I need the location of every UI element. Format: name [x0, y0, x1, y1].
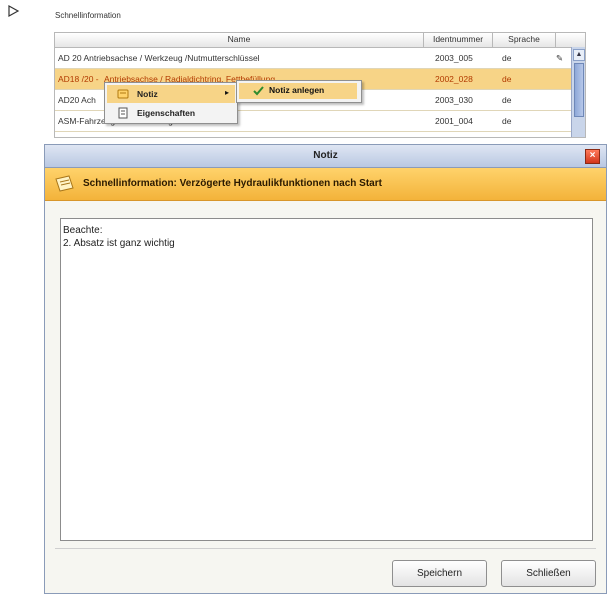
menu-item-label: Notiz anlegen [269, 85, 325, 95]
menu-item-notiz-anlegen[interactable]: Notiz anlegen [239, 83, 357, 99]
properties-icon [118, 107, 128, 119]
panel-title: Schnellinformation [55, 11, 121, 20]
note-icon [55, 175, 74, 192]
scrollbar-thumb[interactable] [574, 63, 584, 117]
row-lang: de [502, 116, 512, 126]
row-name: AD20 Ach [58, 95, 96, 105]
table-scrollbar[interactable]: ▲ [571, 47, 585, 137]
note-flag-icon: ✎ [556, 53, 564, 63]
dialog-titlebar[interactable]: Notiz × [45, 145, 606, 168]
table-header: Name Identnummer Sprache [55, 33, 585, 48]
menu-item-notiz[interactable]: Notiz ▸ [107, 85, 235, 103]
banner-title: Schnellinformation: Verzögerte Hydraulik… [83, 178, 382, 189]
table-row[interactable]: AD 20 Antriebsachse / Werkzeug /Nutmutte… [55, 48, 571, 69]
row-id: 2002_028 [435, 74, 473, 84]
note-dialog: Notiz × Schnellinformation: Verzögerte H… [44, 144, 607, 594]
dialog-banner: Schnellinformation: Verzögerte Hydraulik… [45, 168, 606, 201]
note-icon [117, 89, 129, 99]
menu-item-eigenschaften[interactable]: Eigenschaften [107, 104, 235, 122]
note-text-area[interactable]: Beachte: 2. Absatz ist ganz wichtig [60, 218, 593, 541]
note-line: 2. Absatz ist ganz wichtig [63, 238, 175, 249]
divider [55, 548, 596, 549]
context-menu: Notiz ▸ Eigenschaften [104, 82, 238, 124]
row-name-prefix: AD18 /20 - [58, 74, 99, 84]
row-name: AD 20 Antriebsachse / Werkzeug /Nutmutte… [58, 53, 260, 63]
row-id: 2003_005 [435, 53, 473, 63]
column-header-name[interactable]: Name [55, 34, 423, 44]
save-button[interactable]: Speichern [392, 560, 487, 587]
column-header-identnummer[interactable]: Identnummer [424, 34, 492, 44]
menu-item-label: Notiz [137, 89, 158, 99]
row-lang: de [502, 53, 512, 63]
note-line: Beachte: [63, 225, 103, 236]
context-submenu: Notiz anlegen [236, 80, 362, 103]
row-id: 2003_030 [435, 95, 473, 105]
close-button[interactable]: Schließen [501, 560, 596, 587]
dialog-title: Notiz [313, 150, 338, 161]
close-icon[interactable]: × [585, 149, 600, 164]
menu-item-label: Eigenschaften [137, 108, 196, 118]
row-lang: de [502, 95, 512, 105]
scroll-up-icon[interactable]: ▲ [573, 49, 585, 61]
row-lang: de [502, 74, 512, 84]
play-bullet-icon [8, 4, 20, 18]
row-id: 2001_004 [435, 116, 473, 126]
submenu-arrow-icon: ▸ [224, 88, 229, 97]
add-note-icon [253, 86, 264, 96]
column-header-sprache[interactable]: Sprache [493, 34, 555, 44]
